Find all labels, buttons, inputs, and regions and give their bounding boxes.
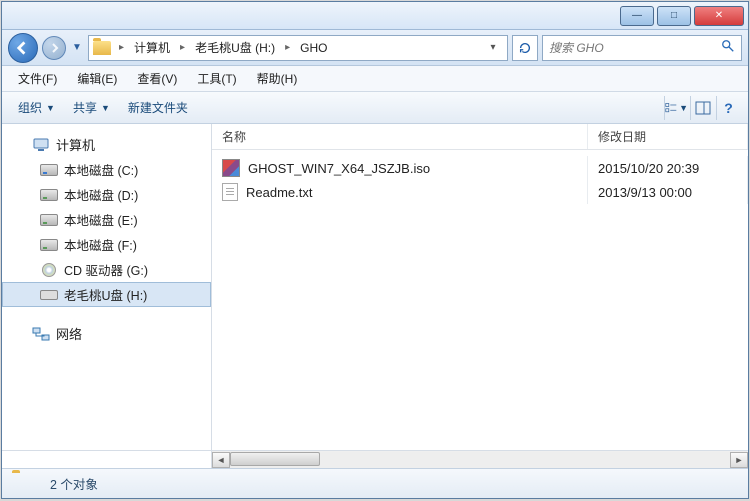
close-button[interactable]: ✕ (694, 6, 744, 26)
tree-label: 本地磁盘 (D:) (64, 185, 138, 204)
menubar: 文件(F) 编辑(E) 查看(V) 工具(T) 帮助(H) (2, 66, 748, 92)
new-folder-button[interactable]: 新建文件夹 (120, 95, 196, 120)
tree-label: CD 驱动器 (G:) (64, 260, 148, 279)
scroll-thumb[interactable] (230, 452, 320, 466)
breadcrumb-item[interactable]: 计算机 (132, 39, 172, 56)
menu-help[interactable]: 帮助(H) (249, 67, 306, 90)
organize-button[interactable]: 组织▼ (10, 95, 63, 120)
address-bar[interactable]: ▸ 计算机 ▸ 老毛桃U盘 (H:) ▸ GHO ▾ (88, 35, 508, 61)
horizontal-scrollbar[interactable]: ◄ ► (212, 451, 748, 468)
search-icon[interactable] (721, 39, 735, 56)
tree-label: 本地磁盘 (C:) (64, 160, 138, 179)
navbar: ▼ ▸ 计算机 ▸ 老毛桃U盘 (H:) ▸ GHO ▾ (2, 30, 748, 66)
file-list-pane: 名称 修改日期 GHOST_WIN7_X64_JSZJB.iso 2015/10… (212, 124, 748, 450)
window-controls: — □ ✕ (620, 6, 744, 26)
menu-edit[interactable]: 编辑(E) (69, 67, 125, 90)
tree-drive-e[interactable]: 本地磁盘 (E:) (2, 207, 211, 232)
search-input[interactable] (549, 41, 721, 55)
tree-label: 计算机 (56, 135, 95, 154)
breadcrumb-item[interactable]: 老毛桃U盘 (H:) (193, 39, 277, 56)
scroll-right-button[interactable]: ► (730, 452, 748, 468)
menu-file[interactable]: 文件(F) (10, 67, 65, 90)
tree-label: 老毛桃U盘 (H:) (64, 285, 147, 304)
file-date: 2015/10/20 20:39 (588, 156, 748, 180)
file-row[interactable]: Readme.txt 2013/9/13 00:00 (212, 180, 748, 204)
file-name: Readme.txt (246, 185, 312, 200)
minimize-button[interactable]: — (620, 6, 654, 26)
tree-drive-cd[interactable]: CD 驱动器 (G:) (2, 257, 211, 282)
txt-icon (222, 183, 238, 201)
scroll-left-button[interactable]: ◄ (212, 452, 230, 468)
tree-drive-d[interactable]: 本地磁盘 (D:) (2, 182, 211, 207)
refresh-button[interactable] (512, 35, 538, 61)
tree-computer[interactable]: 计算机 (2, 132, 211, 157)
forward-button[interactable] (42, 36, 66, 60)
scrollbar-row: ◄ ► (2, 450, 748, 468)
disk-icon (40, 214, 58, 226)
column-date[interactable]: 修改日期 (588, 124, 748, 149)
preview-pane-button[interactable] (690, 96, 714, 120)
view-options-button[interactable]: ▼ (664, 96, 688, 120)
status-bar: 2 个对象 (2, 468, 748, 498)
file-date: 2013/9/13 00:00 (588, 180, 748, 204)
cd-icon (42, 263, 56, 277)
breadcrumb-sep-icon: ▸ (176, 42, 189, 53)
file-name: GHOST_WIN7_X64_JSZJB.iso (248, 161, 430, 176)
file-row[interactable]: GHOST_WIN7_X64_JSZJB.iso 2015/10/20 20:3… (212, 156, 748, 180)
toolbar: 组织▼ 共享▼ 新建文件夹 ▼ ? (2, 92, 748, 124)
column-name[interactable]: 名称 (212, 124, 588, 149)
navigation-pane: 计算机 本地磁盘 (C:) 本地磁盘 (D:) 本地磁盘 (E:) 本地磁盘 (… (2, 124, 212, 450)
explorer-body: 计算机 本地磁盘 (C:) 本地磁盘 (D:) 本地磁盘 (E:) 本地磁盘 (… (2, 124, 748, 450)
maximize-button[interactable]: □ (657, 6, 691, 26)
disk-icon (40, 239, 58, 251)
breadcrumb-sep-icon: ▸ (115, 42, 128, 53)
address-dropdown-icon[interactable]: ▾ (483, 42, 503, 53)
explorer-window: — □ ✕ ▼ ▸ 计算机 ▸ 老毛桃U盘 (H:) ▸ GHO ▾ (1, 1, 749, 499)
breadcrumb-sep-icon: ▸ (281, 42, 294, 53)
help-button[interactable]: ? (716, 96, 740, 120)
nav-history-dropdown[interactable]: ▼ (70, 33, 84, 63)
tree-network[interactable]: 网络 (2, 321, 211, 346)
network-icon (32, 326, 50, 342)
tree-label: 本地磁盘 (E:) (64, 210, 138, 229)
usb-icon (40, 290, 58, 300)
tree-label: 本地磁盘 (F:) (64, 235, 137, 254)
iso-icon (222, 159, 240, 177)
computer-icon (32, 137, 50, 153)
menu-view[interactable]: 查看(V) (129, 67, 185, 90)
share-button[interactable]: 共享▼ (65, 95, 118, 120)
tree-label: 网络 (56, 324, 82, 343)
status-text: 2 个对象 (50, 474, 98, 493)
search-box[interactable] (542, 35, 742, 61)
column-headers: 名称 修改日期 (212, 124, 748, 150)
back-button[interactable] (8, 33, 38, 63)
tree-drive-c[interactable]: 本地磁盘 (C:) (2, 157, 211, 182)
breadcrumb-item[interactable]: GHO (298, 41, 329, 55)
file-list[interactable]: GHOST_WIN7_X64_JSZJB.iso 2015/10/20 20:3… (212, 150, 748, 450)
folder-icon (12, 473, 38, 495)
titlebar: — □ ✕ (2, 2, 748, 30)
tree-drive-f[interactable]: 本地磁盘 (F:) (2, 232, 211, 257)
disk-icon (40, 164, 58, 176)
tree-drive-usb[interactable]: 老毛桃U盘 (H:) (2, 282, 211, 307)
menu-tools[interactable]: 工具(T) (189, 67, 244, 90)
folder-icon (93, 41, 111, 55)
scroll-track[interactable] (230, 452, 730, 468)
disk-icon (40, 189, 58, 201)
